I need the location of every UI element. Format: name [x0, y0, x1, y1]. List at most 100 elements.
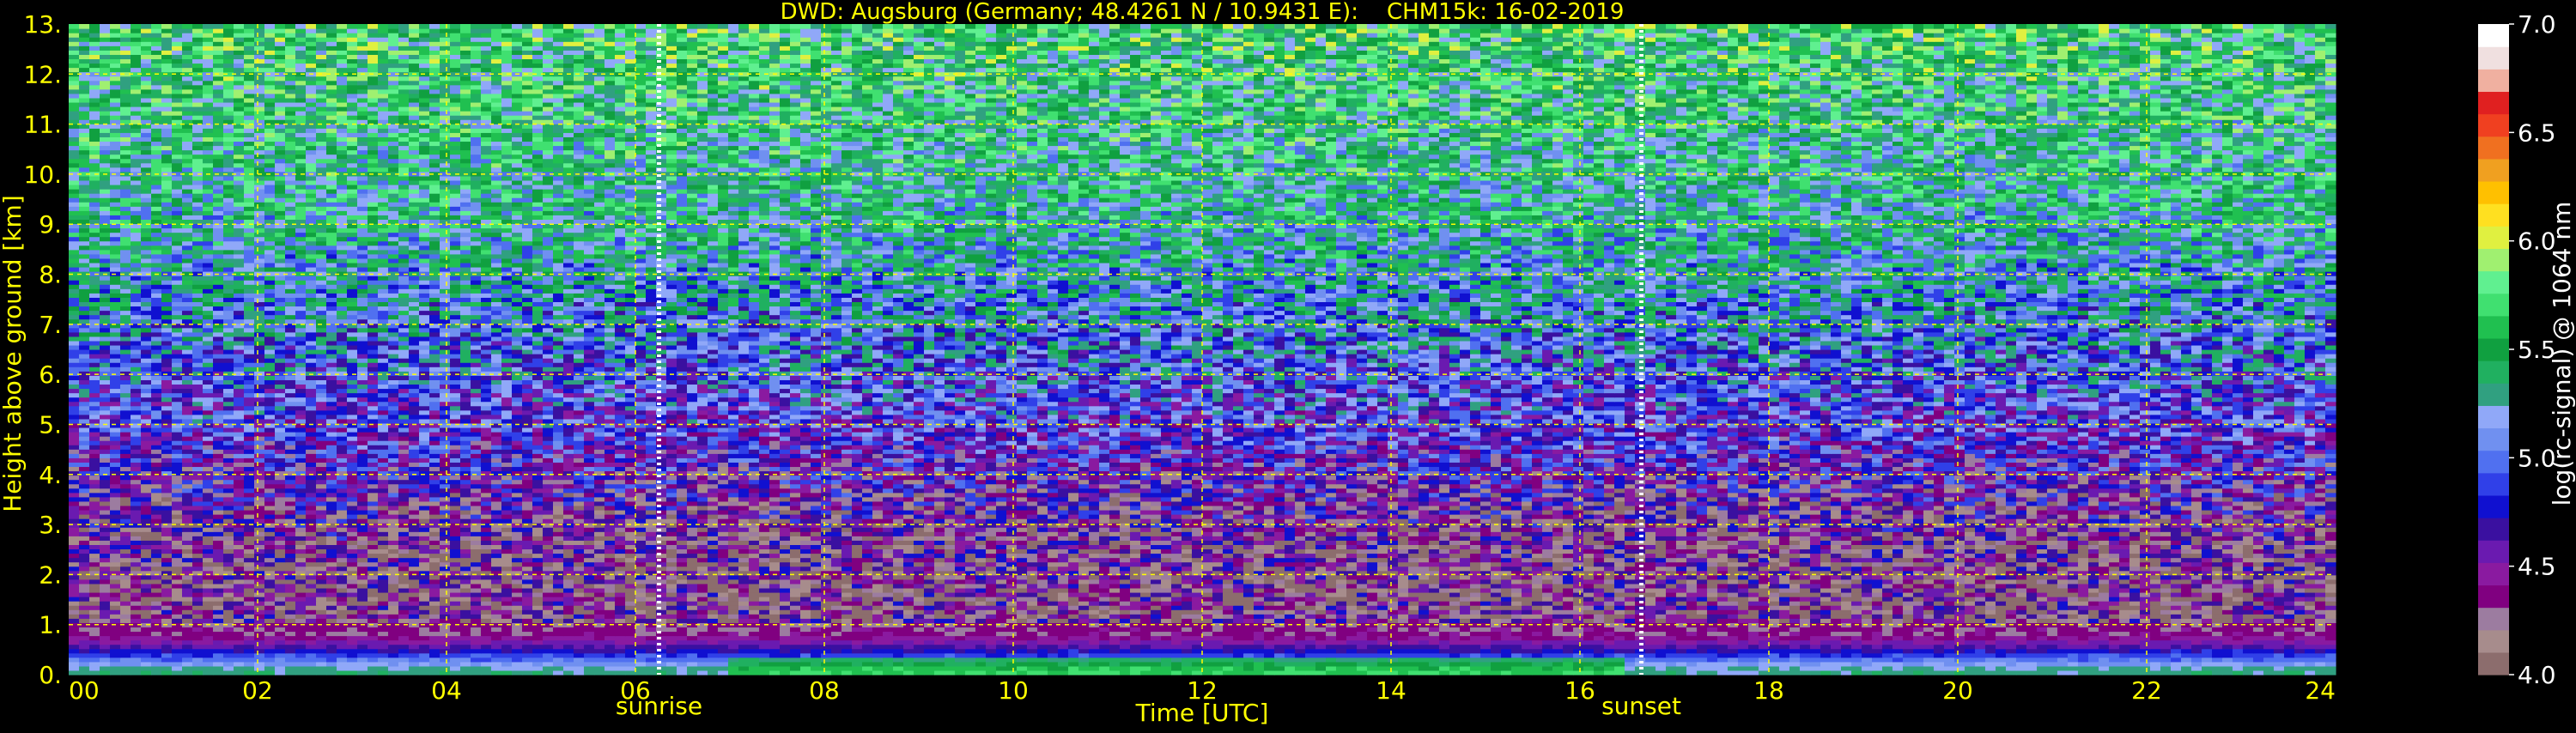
heatmap-cell	[2006, 657, 2017, 663]
heatmap-cell	[316, 666, 327, 671]
heatmap-cell	[234, 649, 245, 654]
heatmap-cell	[1027, 657, 1038, 663]
heatmap-cell	[790, 666, 801, 671]
heatmap-cell	[2263, 653, 2275, 658]
heatmap-cell	[1171, 662, 1182, 667]
heatmap-cell	[574, 653, 585, 658]
heatmap-cell	[841, 666, 853, 671]
heatmap-cell	[1666, 653, 1677, 658]
heatmap-cell	[2294, 670, 2306, 675]
heatmap-cell	[326, 657, 337, 663]
heatmap-cell	[1532, 649, 1543, 654]
heatmap-cell	[1501, 657, 1512, 663]
heatmap-cell	[141, 657, 152, 663]
heatmap-cell	[563, 657, 574, 663]
heatmap-cell	[841, 662, 853, 667]
heatmap-cell	[1728, 670, 1739, 675]
heatmap-cell	[945, 649, 956, 654]
heatmap-cell	[275, 649, 286, 654]
heatmap-cell	[2274, 662, 2285, 667]
heatmap-cell	[347, 657, 358, 663]
heatmap-cell	[1017, 653, 1028, 658]
heatmap-cell	[368, 645, 379, 650]
heatmap-cell	[203, 670, 214, 675]
heatmap-cell	[429, 666, 440, 671]
heatmap-cell	[2191, 657, 2202, 663]
heatmap-cell	[2305, 657, 2316, 663]
heatmap-cell	[1161, 657, 1172, 663]
heatmap-cell	[2006, 670, 2017, 675]
heatmap-cell	[161, 645, 173, 650]
heatmap-cell	[1913, 649, 1924, 654]
heatmap-cell	[1460, 653, 1471, 658]
heatmap-cell	[852, 649, 863, 654]
heatmap-cell	[2202, 657, 2213, 663]
heatmap-cell	[151, 645, 162, 650]
heatmap-cell	[769, 666, 781, 671]
heatmap-cell	[244, 645, 255, 650]
heatmap-cell	[223, 649, 234, 654]
heatmap-cell	[1388, 666, 1399, 671]
heatmap-cell	[306, 653, 317, 658]
heatmap-cell	[131, 645, 142, 650]
heatmap-cell	[1604, 666, 1615, 671]
heatmap-cell	[1893, 653, 1904, 658]
heatmap-cell	[1666, 662, 1677, 667]
heatmap-cell	[563, 649, 574, 654]
heatmap-cell	[450, 649, 461, 654]
heatmap-cell	[1017, 657, 1028, 663]
heatmap-cell	[852, 666, 863, 671]
heatmap-cell	[883, 666, 894, 671]
heatmap-cell	[1151, 649, 1162, 654]
heatmap-cell	[1522, 653, 1533, 658]
heatmap-cell	[264, 666, 276, 671]
heatmap-cell	[1614, 666, 1625, 671]
heatmap-cell	[1954, 670, 1965, 675]
heatmap-cell	[2294, 657, 2306, 663]
heatmap-cell	[1810, 670, 1821, 675]
heatmap-cell	[471, 670, 482, 675]
heatmap-cell	[883, 657, 894, 663]
heatmap-cell	[1656, 662, 1667, 667]
heatmap-cell	[491, 670, 502, 675]
heatmap-cell	[594, 649, 605, 654]
heatmap-cell	[1305, 670, 1316, 675]
heatmap-cell	[1367, 666, 1378, 671]
heatmap-cell	[1882, 649, 1893, 654]
heatmap-cell	[1831, 666, 1842, 671]
heatmap-cell	[1707, 649, 1718, 654]
heatmap-cell	[326, 662, 337, 667]
heatmap-cell	[945, 657, 956, 663]
heatmap-cell	[151, 649, 162, 654]
heatmap-cell	[1542, 666, 1553, 671]
heatmap-cell	[1182, 653, 1193, 658]
heatmap-cell	[852, 657, 863, 663]
heatmap-cell	[1975, 653, 1986, 658]
heatmap-cell	[306, 645, 317, 650]
heatmap-cell	[728, 653, 739, 658]
heatmap-cell	[553, 666, 564, 671]
heatmap-cell	[2315, 662, 2326, 667]
heatmap-cell	[285, 662, 296, 667]
heatmap-cell	[532, 662, 544, 667]
heatmap-cell	[1552, 666, 1564, 671]
heatmap-cell	[244, 670, 255, 675]
heatmap-cell	[1728, 649, 1739, 654]
heatmap-cell	[1862, 670, 1873, 675]
heatmap-cell	[2088, 670, 2099, 675]
heatmap-cell	[2305, 662, 2316, 667]
heatmap-cell	[1336, 666, 1347, 671]
heatmap-cell	[1532, 653, 1543, 658]
heatmap-cell	[1491, 657, 1502, 663]
heatmap-cell	[1604, 657, 1615, 663]
heatmap-cell	[821, 666, 832, 671]
heatmap-cell	[1449, 649, 1461, 654]
heatmap-cell	[635, 666, 647, 671]
heatmap-cell	[450, 653, 461, 658]
heatmap-cell	[1583, 657, 1595, 663]
heatmap-cell	[1367, 653, 1378, 658]
heatmap-cell	[2274, 670, 2285, 675]
heatmap-cell	[2109, 662, 2120, 667]
heatmap-cell	[1717, 670, 1728, 675]
heatmap-cell	[450, 657, 461, 663]
